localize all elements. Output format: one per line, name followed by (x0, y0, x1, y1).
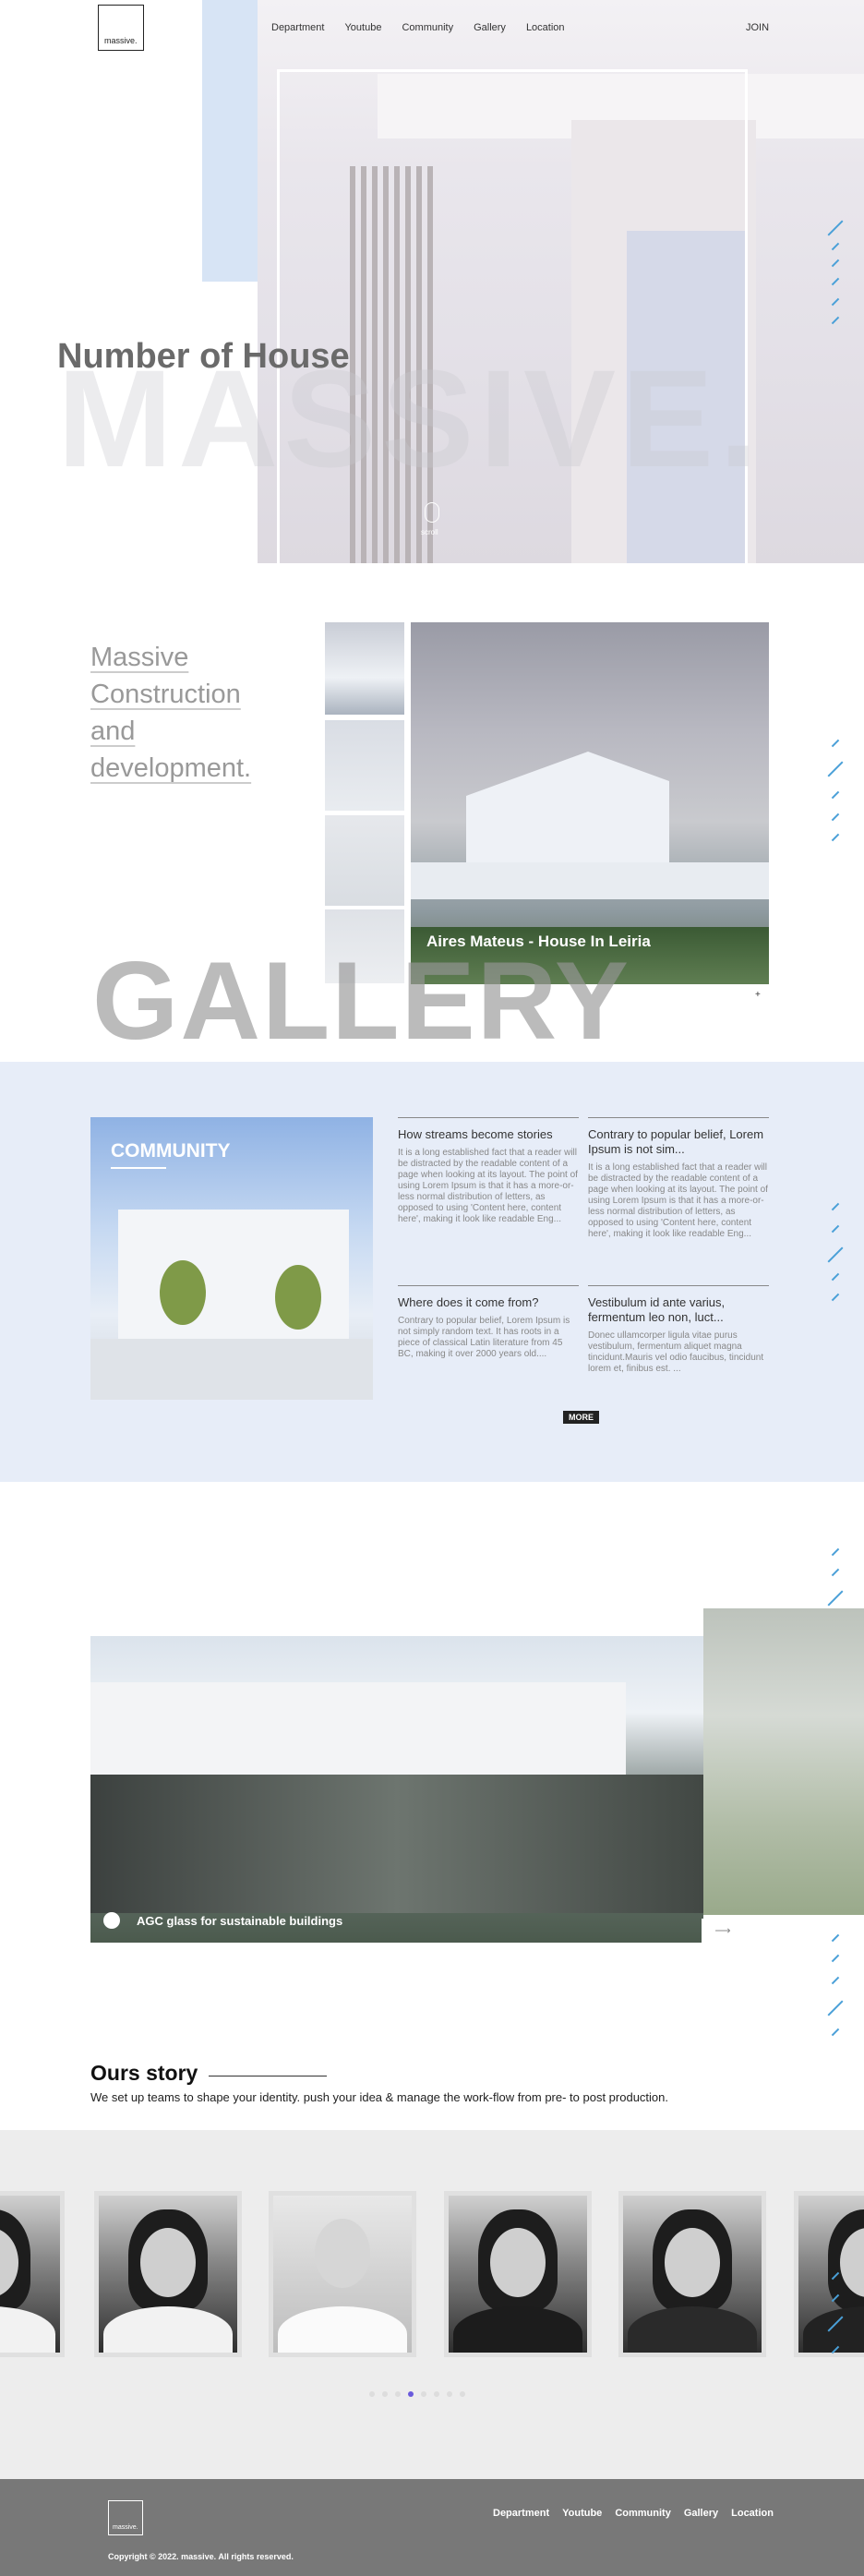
carousel-dot[interactable] (395, 2391, 401, 2397)
carousel-dot-active[interactable] (408, 2391, 414, 2397)
nav-item-department[interactable]: Department (271, 22, 324, 33)
nav-item-gallery[interactable]: Gallery (474, 22, 506, 33)
gallery-main-photo[interactable] (411, 622, 769, 984)
community-title: COMMUNITY (111, 1140, 231, 1162)
hero-section: massive. Department Youtube Community Ga… (0, 0, 864, 563)
team-portrait[interactable] (269, 2191, 416, 2357)
more-button[interactable]: MORE (563, 1411, 599, 1424)
diagonal-line-icon (831, 813, 840, 822)
hero-title: Number of House (57, 337, 350, 376)
gallery-heading-line: Construction (90, 680, 241, 709)
card-text: It is a long established fact that a rea… (398, 1148, 578, 1224)
gallery-heading-line: Massive (90, 643, 189, 672)
card-text: Donec ullamcorper ligula vitae purus ves… (588, 1330, 764, 1374)
mouse-icon[interactable] (425, 502, 439, 523)
site-logo[interactable]: massive. (98, 5, 144, 51)
community-card[interactable]: Vestibulum id ante varius, fermentum leo… (588, 1285, 769, 1375)
footer-copyright: Copyright © 2022. massive. All rights re… (108, 2552, 294, 2561)
carousel-dot[interactable] (447, 2391, 452, 2397)
diagonal-line-icon (831, 1547, 840, 1557)
gallery-heading: Massive Construction and development. (90, 639, 251, 787)
card-text: It is a long established fact that a rea… (588, 1162, 768, 1239)
footer-nav: Department Youtube Community Gallery Loc… (493, 2508, 774, 2519)
project-side-photo[interactable] (703, 1608, 864, 1915)
community-card[interactable]: How streams become stories It is a long … (398, 1117, 579, 1225)
card-title: Vestibulum id ante varius, fermentum leo… (588, 1295, 726, 1324)
diagonal-line-icon (831, 739, 840, 748)
footer-nav-gallery[interactable]: Gallery (684, 2508, 718, 2519)
team-portrait[interactable] (444, 2191, 592, 2357)
main-nav: Department Youtube Community Gallery Loc… (271, 22, 565, 33)
team-portrait[interactable] (794, 2191, 864, 2357)
team-portrait[interactable] (94, 2191, 242, 2357)
community-title-rule (111, 1167, 166, 1169)
diagonal-line-icon (827, 1590, 844, 1607)
card-text: Contrary to popular belief, Lorem Ipsum … (398, 1316, 570, 1359)
footer-logo[interactable]: massive. (108, 2500, 143, 2535)
footer-logo-text: massive. (113, 2524, 138, 2531)
diagonal-line-icon (831, 1954, 840, 1963)
plus-icon[interactable]: + (755, 990, 761, 1000)
carousel-dots (369, 2391, 465, 2397)
carousel-dot[interactable] (382, 2391, 388, 2397)
diagonal-line-icon (831, 1976, 840, 1985)
project-photo[interactable] (90, 1636, 703, 1943)
footer-nav-department[interactable]: Department (493, 2508, 549, 2519)
nav-item-location[interactable]: Location (526, 22, 565, 33)
scroll-label: scroll (421, 528, 438, 536)
gallery-heading-line: and (90, 716, 136, 746)
diagonal-line-icon (831, 833, 840, 842)
project-caption: AGC glass for sustainable buildings (137, 1914, 343, 1928)
nav-item-community[interactable]: Community (402, 22, 453, 33)
diagonal-line-icon (831, 2028, 840, 2037)
circle-icon[interactable] (103, 1912, 120, 1929)
carousel-dot[interactable] (369, 2391, 375, 2397)
card-title: Contrary to popular belief, Lorem Ipsum … (588, 1127, 764, 1156)
community-card[interactable]: Contrary to popular belief, Lorem Ipsum … (588, 1117, 769, 1240)
carousel-dot[interactable] (460, 2391, 465, 2397)
join-link[interactable]: JOIN (746, 22, 769, 33)
team-portrait[interactable] (618, 2191, 766, 2357)
team-portrait[interactable] (0, 2191, 65, 2357)
carousel-dot[interactable] (421, 2391, 426, 2397)
hero-accent-bar (202, 0, 258, 282)
footer-nav-community[interactable]: Community (615, 2508, 671, 2519)
arrow-right-icon: ⟶ (714, 1924, 731, 1937)
diagonal-line-icon (831, 1568, 840, 1577)
carousel-dot[interactable] (434, 2391, 439, 2397)
card-title: Where does it come from? (398, 1295, 539, 1309)
card-title: How streams become stories (398, 1127, 553, 1141)
gallery-thumbnail[interactable] (325, 720, 404, 811)
community-card[interactable]: Where does it come from? Contrary to pop… (398, 1285, 579, 1360)
footer-nav-youtube[interactable]: Youtube (562, 2508, 602, 2519)
gallery-thumbnail[interactable] (325, 815, 404, 906)
footer-nav-location[interactable]: Location (731, 2508, 774, 2519)
diagonal-line-icon (827, 761, 844, 777)
gallery-thumbnail[interactable] (325, 622, 404, 715)
story-title: Ours story (90, 2061, 198, 2085)
diagonal-line-icon (831, 1933, 840, 1943)
story-text: We set up teams to shape your identity. … (90, 2090, 669, 2104)
gallery-heading-line: development. (90, 753, 252, 783)
diagonal-line-icon (827, 2000, 844, 2016)
nav-item-youtube[interactable]: Youtube (344, 22, 381, 33)
gallery-background-word: GALLERY (92, 939, 630, 1063)
logo-text: massive. (104, 36, 138, 45)
diagonal-line-icon (831, 790, 840, 800)
next-arrow-button[interactable]: ⟶ (702, 1919, 744, 1943)
